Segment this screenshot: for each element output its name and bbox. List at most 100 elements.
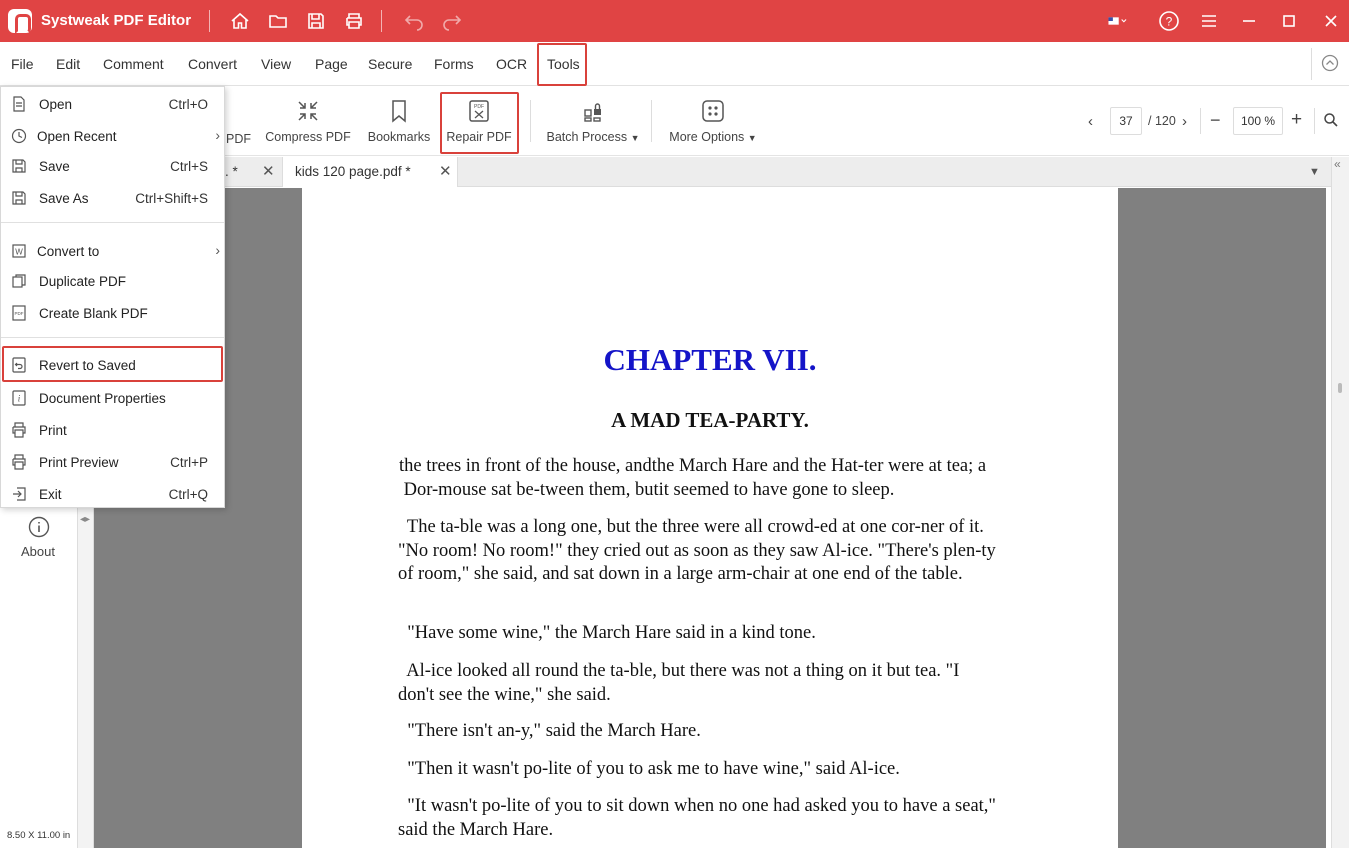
divider (381, 10, 382, 32)
document-viewport[interactable]: CHAPTER VII. A MAD TEA-PARTY. the trees … (94, 188, 1326, 848)
pdf-page[interactable]: CHAPTER VII. A MAD TEA-PARTY. the trees … (302, 188, 1118, 848)
menu-file[interactable]: File (11, 56, 34, 72)
collapse-ribbon-icon[interactable] (1321, 54, 1339, 72)
menu-item-label: Revert to Saved (39, 358, 136, 373)
splitter-arrows-icon[interactable]: ◂▸ (80, 514, 90, 525)
submenu-chevron-right-icon: › (215, 242, 220, 258)
bookmark-icon (386, 98, 412, 124)
paragraph: "Then it wasn't po-lite of you to ask me… (398, 758, 1028, 782)
tab-list-chevron-down-icon[interactable]: ▼ (1309, 157, 1320, 187)
zoom-in-icon[interactable]: + (1291, 109, 1302, 131)
menu-item-convert-to[interactable]: W Convert to › (1, 235, 224, 267)
next-page-icon[interactable]: › (1182, 113, 1187, 130)
folder-icon[interactable] (267, 10, 289, 32)
text-line: said the March Hare. (398, 819, 554, 840)
text-line: Dor-mouse sat be-tween them, butit seeme… (399, 479, 895, 500)
maximize-icon[interactable] (1278, 10, 1300, 32)
menu-secure[interactable]: Secure (368, 56, 412, 72)
divider (1311, 48, 1312, 80)
info-icon: i (11, 390, 27, 406)
menu-item-label: Print Preview (39, 455, 119, 470)
menu-item-label: Convert to (37, 244, 100, 259)
exit-icon (11, 486, 27, 502)
menu-item-open-recent[interactable]: Open Recent › (1, 120, 224, 152)
page-number-input[interactable]: 37 (1110, 107, 1142, 135)
more-options-label: More Options (669, 130, 745, 144)
menu-item-shortcut: Ctrl+O (168, 97, 208, 112)
svg-text:PDF: PDF (15, 311, 24, 316)
submenu-chevron-right-icon: › (215, 127, 220, 143)
clock-icon (11, 128, 27, 144)
paragraph: Al-ice looked all round the ta-ble, but … (398, 660, 1028, 707)
bookmarks-label: Bookmarks (367, 130, 431, 144)
partial-tool-label[interactable]: PDF (226, 132, 251, 146)
menu-item-exit[interactable]: Exit Ctrl+Q (1, 478, 224, 510)
search-icon[interactable] (1323, 112, 1339, 128)
menu-tools[interactable]: Tools (547, 56, 580, 72)
panel-splitter[interactable]: ◂▸ (78, 508, 94, 848)
menu-page[interactable]: Page (315, 56, 348, 72)
menu-item-label: Exit (39, 487, 62, 502)
text-line: of room," she said, and sat down in a la… (398, 564, 963, 584)
menu-item-label: Duplicate PDF (39, 274, 127, 289)
close-tab-icon[interactable]: ✕ (439, 157, 452, 187)
menu-view[interactable]: View (261, 56, 291, 72)
scroll-thumb[interactable] (1338, 383, 1342, 393)
undo-icon[interactable] (403, 10, 425, 32)
minimize-icon[interactable] (1238, 10, 1260, 32)
app-title: Systweak PDF Editor (41, 12, 192, 29)
menu-item-revert-to-saved[interactable]: Revert to Saved (1, 349, 224, 381)
close-tab-icon[interactable]: ✕ (262, 157, 275, 187)
menu-item-label: Document Properties (39, 391, 166, 406)
print-icon[interactable] (343, 10, 365, 32)
menu-convert[interactable]: Convert (188, 56, 237, 72)
more-options-button[interactable]: More Options ▼ (664, 98, 762, 144)
info-icon (28, 516, 50, 538)
menu-item-save[interactable]: Save Ctrl+S (1, 150, 224, 182)
text-line: "No room! No room!" they cried out as so… (398, 540, 996, 561)
close-icon[interactable] (1320, 10, 1342, 32)
help-icon[interactable]: ? (1158, 10, 1180, 32)
divider (209, 10, 210, 32)
menu-divider (1, 337, 224, 338)
hamburger-menu-icon[interactable] (1198, 10, 1220, 32)
menu-item-print-preview[interactable]: Print Preview Ctrl+P (1, 446, 224, 478)
menu-item-document-properties[interactable]: i Document Properties (1, 382, 224, 414)
repair-pdf-icon: PDF (466, 98, 492, 124)
redo-icon[interactable] (441, 10, 463, 32)
menu-ocr[interactable]: OCR (496, 56, 527, 72)
repair-pdf-button[interactable]: PDF Repair PDF (443, 98, 515, 144)
zoom-input[interactable]: 100 % (1233, 107, 1283, 135)
menu-comment[interactable]: Comment (103, 56, 164, 72)
paragraph: the trees in front of the house, andthe … (399, 455, 1029, 502)
menu-item-duplicate-pdf[interactable]: Duplicate PDF (1, 265, 224, 297)
word-doc-icon: W (11, 243, 27, 259)
compress-pdf-button[interactable]: Compress PDF (262, 98, 354, 144)
menu-edit[interactable]: Edit (56, 56, 80, 72)
bookmarks-button[interactable]: Bookmarks (364, 98, 434, 144)
menu-item-shortcut: Ctrl+Q (168, 487, 208, 502)
menu-item-open[interactable]: Open Ctrl+O (1, 88, 224, 120)
menu-item-save-as[interactable]: Save As Ctrl+Shift+S (1, 182, 224, 214)
chapter-subtitle: A MAD TEA-PARTY. (611, 408, 809, 432)
expand-panel-icon[interactable]: « (1334, 157, 1341, 171)
batch-process-button[interactable]: Batch Process ▼ (544, 98, 642, 144)
compress-icon (295, 98, 321, 124)
right-scrollbar[interactable]: « (1331, 157, 1349, 848)
about-button[interactable]: About (21, 544, 55, 559)
svg-text:i: i (18, 394, 21, 404)
prev-page-icon[interactable]: ‹ (1088, 113, 1093, 130)
menu-forms[interactable]: Forms (434, 56, 474, 72)
zoom-out-icon[interactable]: − (1210, 110, 1221, 131)
tab-bar: . * ✕ kids 120 page.pdf * ✕ ▼ (225, 157, 1331, 187)
tab-previous-document[interactable]: . * (225, 157, 254, 187)
paragraph: "There isn't an-y," said the March Hare. (398, 720, 1028, 744)
menu-item-print[interactable]: Print (1, 414, 224, 446)
tab-active-document[interactable]: kids 120 page.pdf * ✕ (282, 157, 458, 187)
menu-item-create-blank-pdf[interactable]: PDF Create Blank PDF (1, 297, 224, 329)
language-flag-icon[interactable] (1107, 10, 1137, 32)
save-icon[interactable] (305, 10, 327, 32)
home-icon[interactable] (229, 10, 251, 32)
file-menu-dropdown: Open Ctrl+O Open Recent › Save Ctrl+S Sa… (0, 86, 225, 508)
menu-divider (1, 222, 224, 223)
